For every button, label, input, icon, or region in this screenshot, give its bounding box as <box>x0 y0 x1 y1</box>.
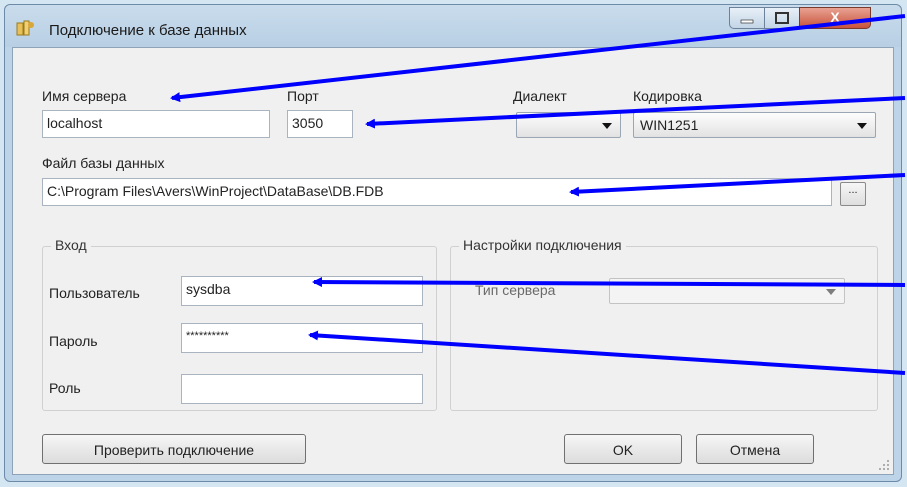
cancel-button[interactable]: Отмена <box>696 434 814 464</box>
db-file-input[interactable]: C:\Program Files\Avers\WinProject\DataBa… <box>42 178 832 206</box>
ok-button[interactable]: OK <box>564 434 682 464</box>
title-bar[interactable]: Подключение к базе данных X <box>5 5 901 47</box>
user-input[interactable]: sysdba <box>181 276 423 306</box>
server-name-label: Имя сервера <box>42 88 127 104</box>
minimize-icon <box>740 19 754 24</box>
minimize-button[interactable] <box>729 7 765 29</box>
password-input[interactable]: ********** <box>181 323 423 353</box>
browse-button[interactable]: ... <box>840 182 866 206</box>
database-keys-icon <box>16 20 34 36</box>
encoding-select[interactable]: WIN1251 <box>633 112 876 138</box>
login-group-title: Вход <box>51 237 91 253</box>
maximize-icon <box>775 12 789 24</box>
server-type-label: Тип сервера <box>475 282 556 298</box>
user-label: Пользователь <box>49 285 140 301</box>
port-input[interactable]: 3050 <box>287 110 353 138</box>
encoding-label: Кодировка <box>633 88 702 104</box>
server-name-input[interactable]: localhost <box>42 110 270 138</box>
chevron-down-icon <box>602 123 612 129</box>
dialog-client-area: Имя сервера Порт Диалект Кодировка local… <box>12 47 894 475</box>
dialect-select[interactable] <box>516 112 621 138</box>
port-label: Порт <box>287 88 319 104</box>
dialog-window: Подключение к базе данных X Имя сервера … <box>4 4 902 482</box>
role-label: Роль <box>49 380 81 396</box>
dialect-label: Диалект <box>513 88 567 104</box>
maximize-button[interactable] <box>764 7 800 29</box>
close-button[interactable]: X <box>799 7 871 29</box>
connection-settings-group: Настройки подключения <box>450 237 878 411</box>
role-input[interactable] <box>181 374 423 404</box>
chevron-down-icon <box>857 123 867 129</box>
resize-grip-icon[interactable] <box>878 459 890 471</box>
server-type-select[interactable] <box>609 278 845 304</box>
window-title: Подключение к базе данных <box>49 22 247 39</box>
db-file-label: Файл базы данных <box>42 155 165 171</box>
close-icon: X <box>830 9 840 25</box>
chevron-down-icon <box>826 289 836 295</box>
connection-settings-title: Настройки подключения <box>459 237 626 253</box>
test-connection-button[interactable]: Проверить подключение <box>42 434 306 464</box>
encoding-value: WIN1251 <box>640 117 699 133</box>
password-label: Пароль <box>49 333 98 349</box>
